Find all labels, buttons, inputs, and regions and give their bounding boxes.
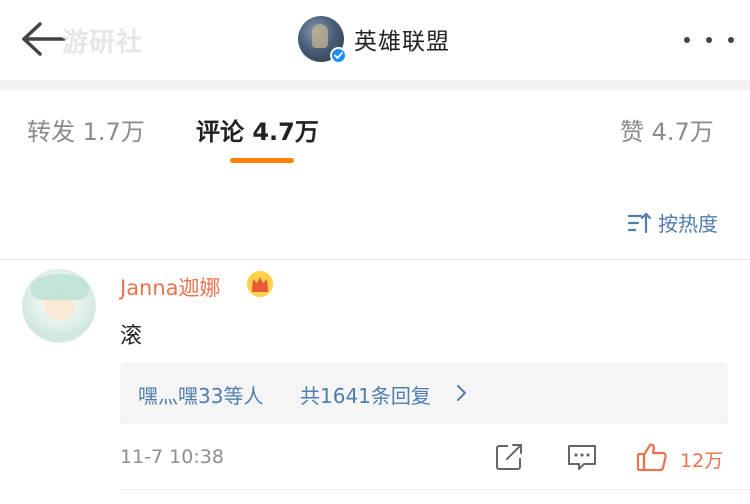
- reply-button[interactable]: [566, 442, 598, 472]
- like-button[interactable]: [636, 442, 668, 472]
- like-count: 12万: [680, 450, 724, 472]
- reply-count[interactable]: 共1641条回复: [300, 380, 431, 409]
- share-icon: [496, 444, 522, 470]
- comment-item: Janna迦娜 滚 嘿灬嘿33等人 共1641条回复 11-7 10:38 12…: [0, 262, 750, 492]
- tab-comment[interactable]: 评论 4.7万: [196, 112, 319, 147]
- account-avatar[interactable]: [298, 16, 347, 64]
- watermark: 游研社: [62, 28, 144, 58]
- replies-preview[interactable]: 嘿灬嘿33等人 共1641条回复: [120, 362, 728, 424]
- comment-time: 11-7 10:38: [120, 446, 224, 468]
- tab-like[interactable]: 赞 4.7万: [620, 112, 714, 147]
- commenter-avatar[interactable]: [22, 269, 96, 343]
- more-button[interactable]: [684, 28, 734, 52]
- crown-icon: [247, 271, 273, 297]
- arrow-left-icon: [22, 22, 66, 56]
- top-bar: 游研社 英雄联盟: [0, 0, 750, 80]
- verified-badge-icon: [330, 47, 347, 64]
- tab-repost[interactable]: 转发 1.7万: [27, 112, 145, 147]
- back-button[interactable]: [18, 18, 68, 60]
- divider: [120, 489, 750, 490]
- section-gap: [0, 80, 750, 90]
- chevron-right-icon: [457, 385, 466, 401]
- divider: [0, 259, 750, 260]
- sort-icon: [627, 212, 652, 233]
- more-dots-icon: [684, 37, 690, 43]
- sort-label: 按热度: [658, 212, 718, 236]
- account-header[interactable]: 英雄联盟: [298, 14, 450, 64]
- comment-text: 滚: [120, 324, 143, 349]
- comment-icon: [568, 445, 596, 470]
- thumbs-up-icon: [636, 443, 667, 472]
- sort-button[interactable]: 按热度: [626, 208, 718, 237]
- share-button[interactable]: [494, 442, 526, 472]
- tab-bar: 转发 1.7万 评论 4.7万 赞 4.7万: [0, 90, 750, 260]
- commenter-name[interactable]: Janna迦娜: [120, 272, 221, 302]
- active-tab-indicator: [230, 158, 294, 163]
- account-name[interactable]: 英雄联盟: [354, 22, 450, 56]
- reply-users[interactable]: 嘿灬嘿33等人: [138, 380, 263, 409]
